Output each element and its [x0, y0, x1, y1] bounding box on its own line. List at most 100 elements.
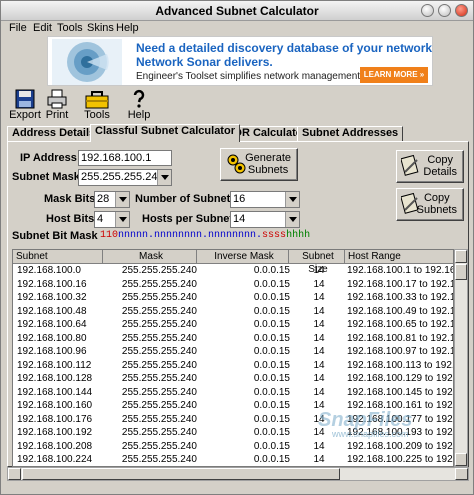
- print-button[interactable]: Print: [37, 89, 77, 123]
- scroll-left-button[interactable]: [8, 468, 21, 480]
- column-header-subnet-size[interactable]: Subnet Size: [289, 250, 345, 275]
- copy-subnets-button[interactable]: Copy Subnets: [396, 188, 464, 221]
- chevron-down-icon[interactable]: [285, 212, 299, 227]
- ip-address-label: IP Address: [20, 152, 77, 164]
- chevron-down-icon[interactable]: [115, 192, 129, 207]
- app-window: Advanced Subnet Calculator File Edit Too…: [0, 0, 474, 495]
- cell-host-range: 192.168.100.193 to 192.168.: [347, 427, 454, 438]
- minimize-button[interactable]: [421, 4, 434, 17]
- mask-bits-label: Mask Bits: [44, 193, 96, 205]
- subnet-table[interactable]: Subnet Mask Inverse Mask Subnet Size Hos…: [12, 249, 454, 467]
- classful-calculator-panel: IP Address 192.168.100.1 Subnet Mask 255…: [7, 141, 469, 467]
- help-button[interactable]: Help: [119, 89, 159, 123]
- table-row[interactable]: 192.168.100.224 255.255.255.240 0.0.0.15 14…: [13, 453, 453, 466]
- cell-inverse-mask: 0.0.0.15: [253, 400, 290, 411]
- copy-details-button[interactable]: Copy Details: [396, 150, 464, 183]
- table-row[interactable]: 192.168.100.144 255.255.255.240 0.0.0.15 14…: [13, 386, 453, 399]
- cell-host-range: 192.168.100.129 to 192.168.: [347, 373, 454, 384]
- title-bar[interactable]: Advanced Subnet Calculator: [1, 1, 473, 21]
- table-row[interactable]: 192.168.100.48 255.255.255.240 0.0.0.15 14 1…: [13, 305, 453, 318]
- scroll-down-button[interactable]: [455, 453, 467, 466]
- column-header-inverse-mask[interactable]: Inverse Mask: [197, 250, 289, 264]
- cell-mask: 255.255.255.240: [121, 278, 197, 290]
- vertical-scroll-thumb[interactable]: [455, 264, 467, 280]
- tab-address-details[interactable]: Address Details: [7, 126, 101, 141]
- table-row[interactable]: 192.168.100.112 255.255.255.240 0.0.0.15 14…: [13, 359, 454, 372]
- hosts-per-subnet-select[interactable]: 14: [230, 211, 300, 228]
- cell-mask: 255.255.255.240: [121, 400, 197, 411]
- table-row[interactable]: 192.168.100.208 255.255.255.240 0.0.0.15 14…: [13, 440, 453, 453]
- maximize-button[interactable]: [438, 4, 451, 17]
- export-icon: [15, 89, 35, 109]
- cell-subnet: 192.168.100.208: [17, 440, 93, 452]
- menu-file[interactable]: File: [9, 22, 27, 34]
- vertical-scrollbar[interactable]: [454, 249, 468, 467]
- cell-host-range: 192.168.100.113 to 192.168.: [347, 359, 454, 371]
- mask-bits-select[interactable]: 28: [94, 191, 130, 208]
- chevron-down-icon[interactable]: [285, 192, 299, 207]
- print-icon: [47, 89, 67, 109]
- menu-help[interactable]: Help: [116, 22, 139, 34]
- menu-skins[interactable]: Skins: [87, 22, 114, 34]
- scroll-up-button[interactable]: [455, 250, 467, 263]
- scroll-right-button[interactable]: [455, 468, 468, 480]
- learn-more-button[interactable]: LEARN MORE »: [360, 67, 428, 83]
- table-row[interactable]: 192.168.100.160 255.255.255.240 0.0.0.15 14…: [13, 399, 454, 412]
- banner-body: Engineer's Toolset simplifies network ma…: [136, 71, 363, 82]
- host-bits-select[interactable]: 4: [94, 211, 130, 228]
- cell-subnet-size: 14: [313, 386, 325, 398]
- cell-mask: 255.255.255.240: [121, 346, 197, 357]
- cell-host-range: 192.168.100.177 to 192.168.: [347, 413, 454, 425]
- copy-details-label: Copy Details: [423, 154, 457, 178]
- table-row[interactable]: 192.168.100.176 255.255.255.240 0.0.0.15 14…: [13, 413, 454, 426]
- table-row[interactable]: 192.168.100.16 255.255.255.240 0.0.0.15 14 1…: [13, 278, 453, 291]
- chevron-down-icon[interactable]: [115, 212, 129, 227]
- subnet-mask-select[interactable]: 255.255.255.240: [78, 169, 172, 186]
- help-label: Help: [127, 109, 151, 121]
- cell-mask: 255.255.255.240: [121, 373, 197, 384]
- cell-subnet-size: 14: [313, 400, 325, 411]
- horizontal-scroll-thumb[interactable]: [22, 468, 340, 480]
- chevron-down-icon[interactable]: [157, 170, 171, 185]
- ip-address-input[interactable]: 192.168.100.1: [78, 150, 172, 166]
- number-of-subnets-select[interactable]: 16: [230, 191, 300, 208]
- menu-bar: File Edit Tools Skins Help: [1, 21, 473, 36]
- cell-subnet: 192.168.100.112: [17, 359, 92, 371]
- cell-inverse-mask: 0.0.0.15: [253, 346, 290, 357]
- tab-classful-subnet-calculator[interactable]: Classful Subnet Calculator: [90, 124, 240, 142]
- tab-subnet-addresses[interactable]: Subnet Addresses: [297, 126, 404, 141]
- cell-host-range: 192.168.100.65 to 192.168.1: [347, 319, 453, 330]
- radar-icon: [52, 39, 122, 85]
- cell-subnet-size: 14: [313, 332, 325, 344]
- menu-edit[interactable]: Edit: [33, 22, 52, 34]
- close-button[interactable]: [455, 4, 468, 17]
- cell-inverse-mask: 0.0.0.15: [253, 413, 290, 425]
- cell-subnet-size: 14: [313, 265, 325, 276]
- mask-bits-value: 28: [97, 193, 110, 205]
- table-row[interactable]: 192.168.100.0 255.255.255.240 0.0.0.15 14 19…: [13, 264, 453, 277]
- cell-host-range: 192.168.100.161 to 192.168.: [347, 400, 454, 411]
- cell-mask: 255.255.255.240: [121, 292, 197, 303]
- menu-tools[interactable]: Tools: [57, 22, 83, 34]
- column-header-mask[interactable]: Mask: [103, 250, 197, 264]
- cell-subnet: 192.168.100.224: [17, 454, 93, 465]
- table-row[interactable]: 192.168.100.64 255.255.255.240 0.0.0.15 14 1…: [13, 318, 453, 331]
- table-row[interactable]: 192.168.100.192 255.255.255.240 0.0.0.15 14…: [13, 426, 454, 439]
- cell-subnet: 192.168.100.144: [17, 386, 93, 398]
- ad-banner[interactable]: Need a detailed discovery database of yo…: [47, 36, 433, 86]
- generate-subnets-button[interactable]: Generate Subnets: [220, 148, 298, 181]
- column-header-host-range[interactable]: Host Range: [345, 250, 453, 264]
- status-bar: [1, 483, 473, 495]
- cell-mask: 255.255.255.240: [121, 265, 197, 276]
- table-row[interactable]: 192.168.100.96 255.255.255.240 0.0.0.15 14 1…: [13, 345, 453, 358]
- table-row[interactable]: 192.168.100.80 255.255.255.240 0.0.0.15 14 1…: [13, 332, 453, 345]
- table-row[interactable]: 192.168.100.128 255.255.255.240 0.0.0.15 14…: [13, 372, 454, 385]
- cell-subnet-size: 14: [313, 427, 325, 438]
- cell-inverse-mask: 0.0.0.15: [253, 359, 290, 371]
- number-of-subnets-label: Number of Subnets: [135, 193, 237, 205]
- column-header-subnet[interactable]: Subnet: [13, 250, 103, 264]
- table-row[interactable]: 192.168.100.32 255.255.255.240 0.0.0.15 14 1…: [13, 291, 453, 304]
- tools-button[interactable]: Tools: [77, 89, 117, 123]
- cell-subnet: 192.168.100.176: [17, 413, 93, 425]
- horizontal-scrollbar[interactable]: [7, 467, 469, 481]
